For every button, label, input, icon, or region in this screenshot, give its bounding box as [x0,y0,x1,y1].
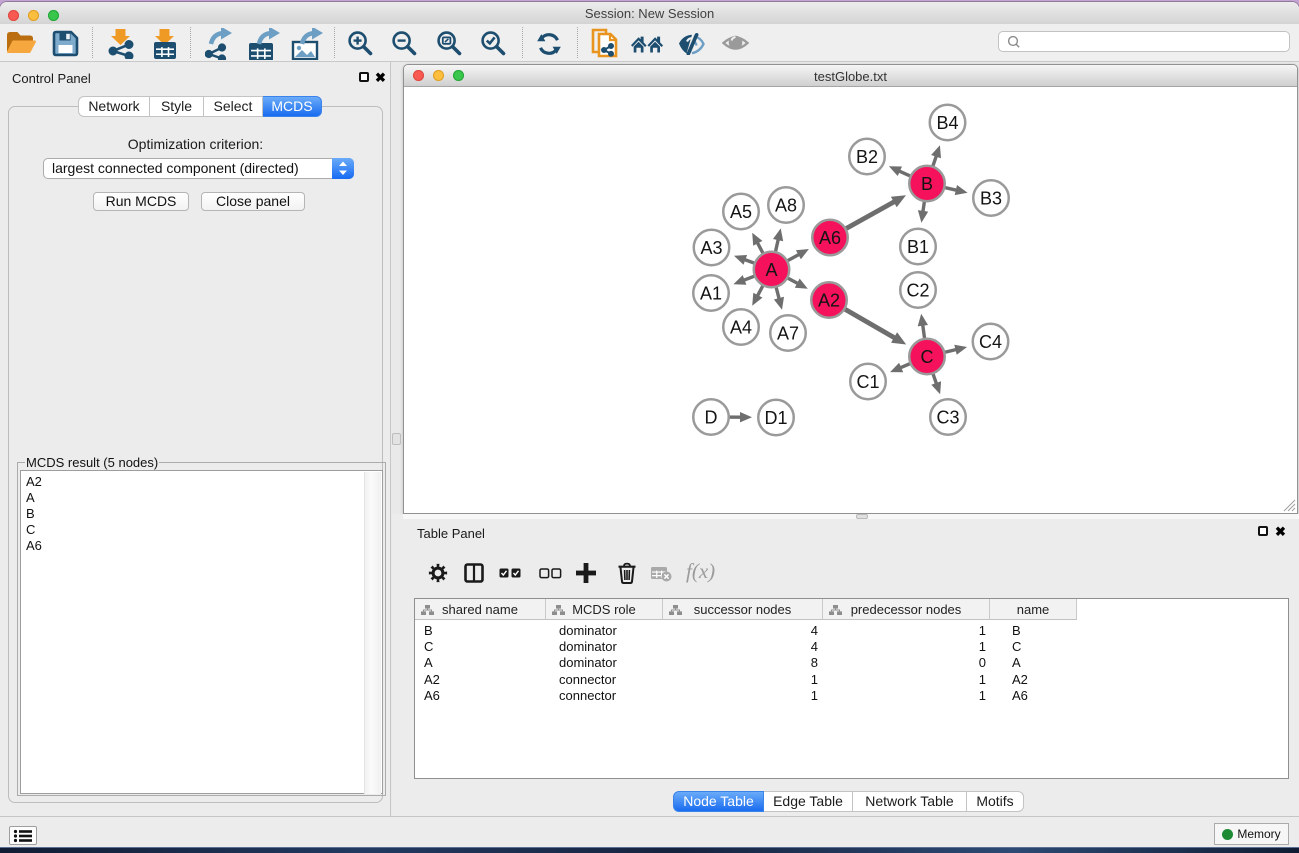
svg-text:A5: A5 [730,202,752,222]
svg-text:A4: A4 [730,317,752,337]
svg-text:D1: D1 [764,408,787,428]
svg-text:A6: A6 [819,228,841,248]
svg-text:C4: C4 [979,332,1002,352]
svg-text:C3: C3 [936,407,959,427]
svg-text:B4: B4 [936,113,958,133]
svg-text:C1: C1 [856,372,879,392]
svg-text:A: A [765,260,777,280]
svg-text:B3: B3 [980,188,1002,208]
svg-text:A1: A1 [700,283,722,303]
svg-text:A8: A8 [775,195,797,215]
svg-text:C2: C2 [906,280,929,300]
svg-text:B: B [921,174,933,194]
svg-text:C: C [921,347,934,367]
svg-text:A7: A7 [777,323,799,343]
svg-text:B1: B1 [907,237,929,257]
svg-text:A2: A2 [818,290,840,310]
svg-text:D: D [705,407,718,427]
svg-text:B2: B2 [856,147,878,167]
svg-text:A3: A3 [700,238,722,258]
